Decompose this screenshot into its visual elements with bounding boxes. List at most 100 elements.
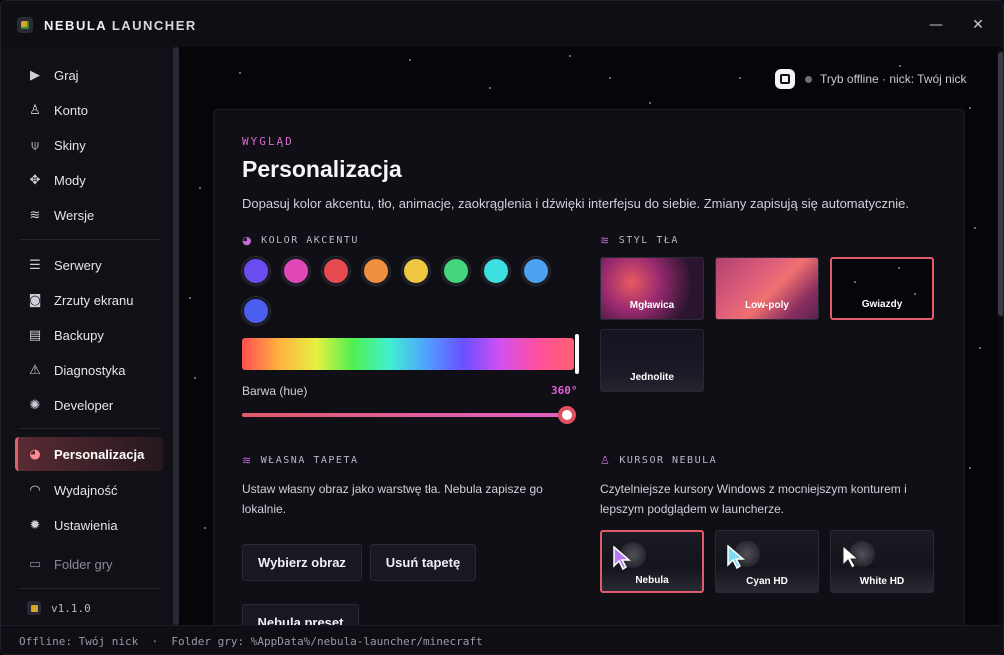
- sidebar-item-skiny[interactable]: ⍦ Skiny: [15, 128, 163, 162]
- sidebar-item-konto[interactable]: ♙ Konto: [15, 93, 163, 127]
- nebula-preset-button[interactable]: Nebula preset: [242, 604, 359, 625]
- sidebar-item-label: Serwery: [54, 257, 102, 273]
- app-title: NEBULA LAUNCHER: [44, 18, 197, 33]
- title-bar: NEBULA LAUNCHER — ✕: [1, 1, 1003, 47]
- remove-wallpaper-button[interactable]: Usuń tapetę: [370, 544, 476, 581]
- accent-swatch[interactable]: [362, 257, 390, 285]
- background-star: [739, 77, 741, 79]
- sidebar-item-label: Mody: [54, 172, 86, 188]
- cursor-section-title: ♙ KURSOR NEBULA: [600, 454, 717, 467]
- layers-icon: ≋: [29, 207, 41, 223]
- hue-slider-thumb[interactable]: [558, 406, 576, 424]
- sidebar-divider: [19, 428, 161, 429]
- accent-swatch[interactable]: [522, 257, 550, 285]
- sidebar-item-label: Personalizacja: [54, 446, 145, 462]
- settings-icon: ✹: [29, 517, 41, 533]
- sidebar-item-backupy[interactable]: ▤ Backupy: [15, 318, 163, 352]
- sidebar-item-graj[interactable]: ▶ Graj: [15, 58, 163, 92]
- background-star: [569, 55, 571, 57]
- accent-section-label: KOLOR AKCENTU: [261, 235, 359, 246]
- footer-status: Offline: Twój nick · Folder gry: %AppDat…: [1, 625, 1003, 654]
- wallpaper-description: Ustaw własny obraz jako warstwę tła. Neb…: [242, 482, 543, 516]
- background-star: [974, 227, 976, 229]
- server-icon: ☰: [29, 257, 41, 273]
- palette-icon: ◕: [242, 234, 254, 247]
- bg-option-low-poly[interactable]: Low-poly: [715, 257, 819, 320]
- sidebar-item-label: Zrzuty ekranu: [54, 292, 134, 308]
- accent-swatch[interactable]: [322, 257, 350, 285]
- cursor-option-white-hd[interactable]: White HD: [830, 530, 934, 593]
- main-scrollbar[interactable]: [997, 47, 1003, 625]
- background-star: [204, 527, 206, 529]
- sidebar-item-label: Backupy: [54, 327, 104, 343]
- palette-icon: ◕: [29, 446, 41, 462]
- archive-icon: ▤: [28, 327, 42, 343]
- gear-icon: ✺: [29, 397, 41, 413]
- app-logo-icon: [27, 601, 41, 615]
- sidebar-item-mody[interactable]: ✥ Mody: [15, 163, 163, 197]
- account-avatar-icon: [775, 69, 795, 89]
- hue-slider-track[interactable]: [242, 413, 568, 417]
- accent-swatch[interactable]: [282, 257, 310, 285]
- accent-swatch[interactable]: [402, 257, 430, 285]
- sidebar-item-label: Ustawienia: [54, 517, 118, 533]
- camera-icon: ◙: [28, 292, 42, 308]
- background-star: [239, 72, 241, 74]
- accent-swatch[interactable]: [482, 257, 510, 285]
- app-title-rest: LAUNCHER: [111, 18, 197, 33]
- sidebar-item-zrzuty-ekranu[interactable]: ◙ Zrzuty ekranu: [15, 283, 163, 317]
- bg-option-label: Gwiazdy: [861, 299, 903, 310]
- sidebar-item-personalizacja[interactable]: ◕ Personalizacja: [15, 437, 163, 471]
- wallpaper-section-title: ≋ WŁASNA TAPETA: [242, 454, 359, 467]
- user-icon: ♙: [600, 454, 612, 467]
- bg-option-label: Jednolite: [630, 372, 674, 383]
- launcher-window: NEBULA LAUNCHER — ✕ ▶ Graj ♙ Konto ⍦ Ski…: [0, 0, 1004, 655]
- status-dot: [805, 75, 812, 83]
- sidebar-item-serwery[interactable]: ☰ Serwery: [15, 248, 163, 282]
- sidebar-item-label: Wydajność: [54, 482, 118, 498]
- personalization-card: WYGLĄD Personalizacja Dopasuj kolor akce…: [213, 109, 965, 625]
- background-star: [979, 347, 981, 349]
- puzzle-icon: ✥: [29, 172, 41, 188]
- sidebar-item-wersje[interactable]: ≋ Wersje: [15, 198, 163, 232]
- background-star: [409, 59, 411, 61]
- hue-spectrum-cursor[interactable]: [575, 334, 579, 374]
- footer-text: Offline: Twój nick · Folder gry: %AppDat…: [19, 634, 483, 648]
- sidebar: ▶ Graj ♙ Konto ⍦ Skiny ✥ Mody ≋ Wersje ☰…: [1, 47, 173, 625]
- user-icon: ♙: [29, 102, 41, 118]
- play-icon: ▶: [30, 67, 40, 83]
- bg-option-mglawica[interactable]: Mgławica: [600, 257, 704, 320]
- sidebar-item-label: Konto: [54, 102, 88, 118]
- bg-option-label: Mgławica: [629, 300, 675, 311]
- choose-image-button[interactable]: Wybierz obraz: [242, 544, 362, 581]
- sidebar-item-label: Diagnostyka: [54, 362, 126, 378]
- background-star: [609, 77, 611, 79]
- hue-spectrum-bar[interactable]: [242, 338, 574, 370]
- cursor-arrow-icon: [727, 545, 746, 569]
- close-icon[interactable]: ✕: [968, 15, 988, 35]
- layers-icon: ≋: [600, 234, 611, 247]
- minimize-icon[interactable]: —: [926, 15, 946, 35]
- accent-swatch[interactable]: [242, 257, 270, 285]
- accent-swatch[interactable]: [242, 297, 270, 325]
- sidebar-item-ustawienia[interactable]: ✹ Ustawienia: [15, 508, 163, 542]
- background-star: [489, 87, 491, 89]
- sidebar-item-label: Skiny: [54, 137, 86, 153]
- layers-icon: ≋: [242, 454, 253, 467]
- background-section-label: STYL TŁA: [618, 235, 679, 246]
- bg-option-jednolite[interactable]: Jednolite: [600, 329, 704, 392]
- bg-option-gwiazdy[interactable]: Gwiazdy: [830, 257, 934, 320]
- sidebar-item-diagnostyka[interactable]: ⚠ Diagnostyka: [15, 353, 163, 387]
- accent-swatch[interactable]: [442, 257, 470, 285]
- cursor-option-nebula[interactable]: Nebula: [600, 530, 704, 593]
- cursor-arrow-icon: [842, 545, 860, 569]
- cursor-option-label: Nebula: [635, 575, 669, 586]
- sidebar-item-label: Developer: [54, 397, 114, 413]
- background-star: [969, 107, 971, 109]
- sidebar-item-wydajnosc[interactable]: ◠ Wydajność: [15, 473, 163, 507]
- sidebar-item-folder-gry[interactable]: ▭ Folder gry: [15, 547, 163, 581]
- cursor-option-cyan-hd[interactable]: Cyan HD: [715, 530, 819, 593]
- page-title: Personalizacja: [242, 156, 402, 182]
- sidebar-item-developer[interactable]: ✺ Developer: [15, 388, 163, 422]
- background-section-title: ≋ STYL TŁA: [600, 234, 679, 247]
